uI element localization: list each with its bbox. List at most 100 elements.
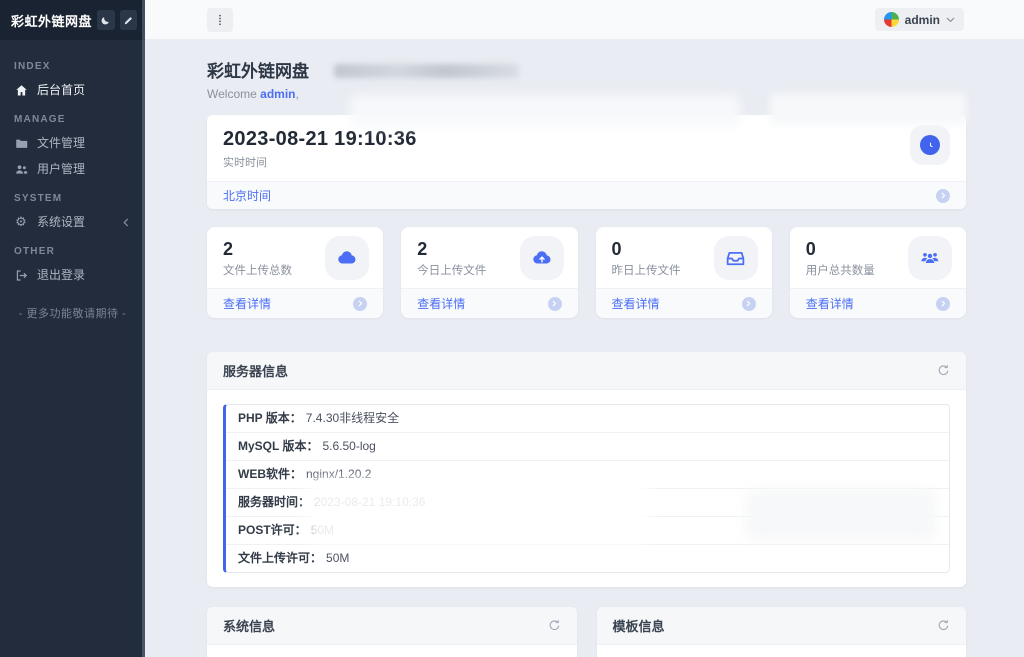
moon-icon	[100, 15, 111, 26]
arrow-circle-icon[interactable]	[742, 297, 756, 311]
time-label: 实时时间	[223, 154, 950, 170]
row-label: MySQL 版本：	[238, 439, 318, 453]
page-title: 彩虹外链网盘	[207, 62, 966, 82]
stat-body: 0 昨日上传文件	[596, 227, 772, 288]
row-value: 7.4.30非线程安全	[306, 411, 399, 425]
view-details-link[interactable]: 查看详情	[417, 295, 465, 312]
current-time: 2023-08-21 19:10:36	[223, 128, 950, 151]
server-row-mysql: MySQL 版本： 5.6.50-log	[226, 433, 949, 461]
server-row-upload: 文件上传许可： 50M	[226, 545, 949, 572]
refresh-icon[interactable]	[937, 619, 950, 632]
chevron-left-icon	[119, 218, 133, 227]
stat-card-yesterday-uploads: 0 昨日上传文件 查看详情	[596, 227, 772, 318]
template-info-body: 您使用的已是最新版本！	[597, 645, 967, 657]
app-title: 彩虹外链网盘	[11, 11, 92, 30]
system-info-header: 系统信息	[207, 607, 577, 645]
cloud-icon	[325, 236, 369, 280]
row-label: WEB软件：	[238, 467, 302, 481]
row-value: 2023-08-21 19:10:36	[314, 495, 425, 509]
chevron-down-icon	[946, 17, 955, 23]
welcome-suffix: ,	[295, 87, 298, 101]
sidebar: 彩虹外链网盘 INDEX 后台首页 MANAGE 文件管理	[0, 0, 145, 657]
row-label: 服务器时间：	[238, 495, 310, 509]
folder-icon	[14, 137, 28, 150]
arrow-circle-icon[interactable]	[936, 189, 950, 203]
dots-vertical-icon	[213, 12, 227, 28]
inbox-icon	[714, 236, 758, 280]
server-info-body: PHP 版本： 7.4.30非线程安全 MySQL 版本： 5.6.50-log W…	[207, 390, 966, 587]
sidebar-item-dashboard[interactable]: 后台首页	[0, 77, 145, 103]
arrow-circle-icon[interactable]	[353, 297, 367, 311]
system-info-title: 系统信息	[223, 616, 275, 635]
system-info-body: 您使用的已是最新版本！	[207, 645, 577, 657]
server-row-post: POST许可： 50M	[226, 517, 949, 545]
row-value: 5.6.50-log	[322, 439, 375, 453]
server-row-web: WEB软件： nginx/1.20.2	[226, 461, 949, 489]
avatar	[884, 12, 899, 27]
server-row-time: 服务器时间： 2023-08-21 19:10:36	[226, 489, 949, 517]
view-details-link[interactable]: 查看详情	[612, 295, 660, 312]
refresh-icon[interactable]	[548, 619, 561, 632]
user-group-icon	[908, 236, 952, 280]
row-label: PHP 版本：	[238, 411, 302, 425]
nav-section-system: SYSTEM	[0, 182, 145, 209]
arrow-circle-icon[interactable]	[548, 297, 562, 311]
row-label: POST许可：	[238, 523, 307, 537]
row-value: nginx/1.20.2	[306, 467, 371, 481]
server-row-php: PHP 版本： 7.4.30非线程安全	[226, 405, 949, 433]
stat-body: 2 今日上传文件	[401, 227, 577, 288]
sidebar-item-users[interactable]: 用户管理	[0, 156, 145, 182]
user-menu[interactable]: admin	[875, 8, 964, 31]
stats-row: 2 文件上传总数 查看详情 2 今日上传文件	[207, 227, 966, 318]
server-info-header: 服务器信息	[207, 352, 966, 390]
sidebar-item-label: 退出登录	[37, 268, 85, 282]
time-card-body: 2023-08-21 19:10:36 实时时间	[207, 115, 966, 181]
welcome-prefix: Welcome	[207, 87, 257, 101]
sidebar-item-label: 文件管理	[37, 136, 85, 150]
sidebar-item-label: 用户管理	[37, 162, 85, 176]
sidebar-toggle-button[interactable]	[207, 8, 233, 32]
nav-section-other: OTHER	[0, 235, 145, 262]
pencil-icon	[123, 15, 134, 26]
template-info-title: 模板信息	[613, 616, 665, 635]
page-header: 彩虹外链网盘 Welcome admin,	[207, 62, 966, 101]
sidebar-nav: INDEX 后台首页 MANAGE 文件管理 用户管理 SYSTEM ⚙ 系统设…	[0, 40, 145, 321]
cloud-upload-icon	[520, 236, 564, 280]
bottom-row: 系统信息 您使用的已是最新版本！ 模板信息 您使用的已是最新版本！	[207, 607, 966, 657]
main-content: 彩虹外链网盘 Welcome admin, 2023-08-21 19:10:3…	[145, 40, 1024, 657]
welcome-username-link[interactable]: admin	[260, 87, 295, 101]
row-value: 50M	[311, 523, 334, 537]
sidebar-footer-note: - 更多功能敬请期待 -	[0, 305, 145, 321]
stat-body: 0 用户总共数量	[790, 227, 966, 288]
system-info-card: 系统信息 您使用的已是最新版本！	[207, 607, 577, 657]
beijing-time-link[interactable]: 北京时间	[223, 187, 271, 204]
sidebar-header: 彩虹外链网盘	[0, 0, 145, 40]
server-info-card: 服务器信息 PHP 版本： 7.4.30非线程安全 MySQL 版本： 5.6.50…	[207, 352, 966, 587]
sidebar-item-settings[interactable]: ⚙ 系统设置	[0, 209, 145, 235]
sidebar-item-label: 系统设置	[37, 215, 85, 229]
time-card-footer: 北京时间	[207, 181, 966, 209]
stat-footer: 查看详情	[790, 288, 966, 318]
server-info-list: PHP 版本： 7.4.30非线程安全 MySQL 版本： 5.6.50-log W…	[223, 404, 950, 573]
logout-icon	[14, 269, 28, 282]
dark-mode-button[interactable]	[97, 10, 114, 30]
refresh-icon[interactable]	[937, 364, 950, 377]
edit-theme-button[interactable]	[120, 10, 137, 30]
view-details-link[interactable]: 查看详情	[806, 295, 854, 312]
stat-body: 2 文件上传总数	[207, 227, 383, 288]
arrow-circle-icon[interactable]	[936, 297, 950, 311]
stat-card-today-uploads: 2 今日上传文件 查看详情	[401, 227, 577, 318]
time-card: 2023-08-21 19:10:36 实时时间 北京时间	[207, 115, 966, 209]
stat-card-total-uploads: 2 文件上传总数 查看详情	[207, 227, 383, 318]
row-value: 50M	[326, 551, 349, 565]
view-details-link[interactable]: 查看详情	[223, 295, 271, 312]
clock-icon-wrap	[910, 125, 950, 165]
row-label: 文件上传许可：	[238, 551, 322, 565]
template-info-header: 模板信息	[597, 607, 967, 645]
sidebar-item-logout[interactable]: 退出登录	[0, 262, 145, 288]
clock-icon	[920, 135, 940, 155]
sidebar-item-files[interactable]: 文件管理	[0, 130, 145, 156]
nav-section-index: INDEX	[0, 50, 145, 77]
stat-footer: 查看详情	[207, 288, 383, 318]
gear-icon: ⚙	[14, 216, 28, 229]
